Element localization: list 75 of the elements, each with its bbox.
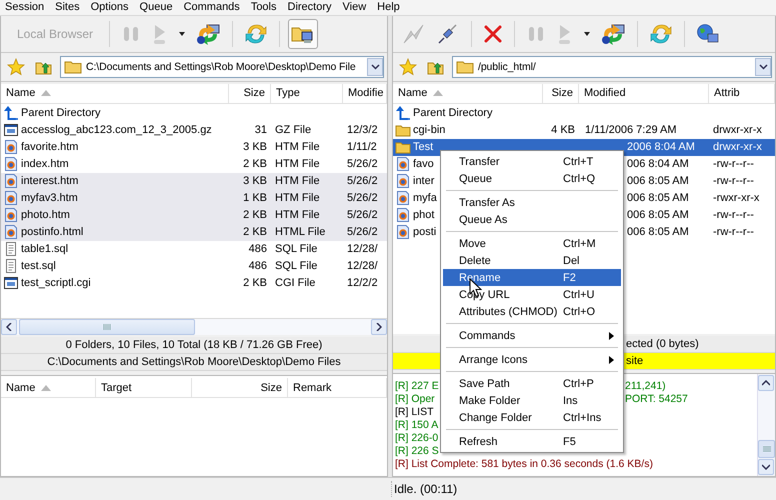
file-size: 2 KB [242, 209, 268, 222]
file-type: HTM File [274, 141, 321, 154]
file-type: HTM File [274, 158, 321, 170]
file-size: 486 [248, 260, 268, 272]
file-name: interest.htm [21, 175, 78, 188]
log-line: 211,241) [625, 380, 666, 392]
file-modified: 1/11/2 [346, 141, 378, 154]
file-size: 2 KB [242, 277, 268, 290]
file-name: Parent Directory [21, 107, 100, 120]
log-line: [R] 226 S [395, 444, 439, 457]
file-name: myfav3.htm [21, 192, 78, 204]
file-type: GZ File [274, 124, 312, 136]
log-line: [R] Oper [395, 392, 435, 405]
file-type: HTM File [274, 175, 321, 188]
file-size: 1 KB [242, 192, 268, 204]
folder-path: C:\Documents and Settings\Rob Moore\Desktop\Demo Files [1, 354, 387, 372]
file-size: 3 KB [242, 175, 268, 188]
file-modified: 12/3/2 [346, 124, 379, 136]
file-name: cgi-bin [413, 124, 446, 136]
log-line: [R] 150 A [395, 418, 438, 431]
log-line: PORT: 54257 [625, 392, 688, 405]
file-type: SQL File [274, 243, 318, 256]
file-modified: 006 8:05 AM [626, 226, 690, 238]
file-name: favo [413, 158, 434, 170]
file-name: inter [413, 175, 434, 188]
file-size: 3 KB [242, 141, 268, 154]
file-modified: 5/26/2 [346, 175, 379, 188]
file-size: 31 [254, 124, 268, 136]
file-name: favorite.htm [21, 141, 78, 154]
file-modified: 006 8:05 AM [626, 209, 690, 222]
file-name: myfa [413, 192, 437, 204]
file-name: accesslog_abc123.com_12_3_2005.gz [21, 124, 212, 136]
file-modified: 5/26/2 [346, 209, 379, 222]
file-name: test.sql [21, 260, 56, 272]
file-name: phot [413, 209, 434, 222]
log-line: [R] 227 E [395, 380, 439, 392]
file-modified: 1/11/2006 7:29 AM [584, 124, 678, 136]
file-type: HTM File [274, 209, 321, 222]
file-name: photo.htm [21, 209, 70, 222]
local-browser-label: Local Browser [16, 26, 94, 41]
folder-summary: 0 Folders, 10 Files, 10 Total (18 KB / 71.26 GB Free) [1, 337, 387, 354]
file-name: Test [413, 141, 434, 154]
file-modified: 5/26/2 [346, 192, 379, 204]
file-name: table1.sql [21, 243, 68, 256]
status-text: Idle. (00:11) [393, 482, 458, 496]
file-modified: 12/28/ [346, 260, 379, 272]
file-name: test_scriptl.cgi [21, 277, 91, 290]
file-size: 2 KB [242, 158, 268, 170]
file-attributes: drwxr-xr-x [712, 124, 763, 136]
file-attributes: drwxr-xr-x [712, 141, 763, 154]
file-size: 486 [248, 243, 268, 256]
file-size: 2 KB [242, 226, 268, 238]
file-type: HTML File [274, 226, 326, 238]
file-name: Parent Directory [413, 107, 492, 120]
file-size: 4 KB [550, 124, 576, 136]
file-modified: 5/26/2 [346, 158, 379, 170]
file-type: SQL File [274, 260, 318, 272]
file-attributes: -rw-r--r-- [712, 209, 755, 222]
file-name: posti [413, 226, 436, 238]
file-name: postinfo.html [21, 226, 84, 238]
file-type: HTM File [274, 192, 321, 204]
file-attributes: -rwxr-xr-x [712, 192, 760, 204]
log-line: [R] List Complete: 581 bytes in 0.36 seconds (1.6 KB/s) [395, 458, 653, 470]
file-modified: 12/2/2 [346, 277, 379, 290]
file-attributes: -rw-r--r-- [712, 158, 755, 170]
file-attributes: -rw-r--r-- [712, 226, 755, 238]
log-line: [R] LIST [395, 406, 434, 418]
file-modified: 5/26/2 [346, 226, 379, 238]
file-modified: 2006 8:04 AM [626, 141, 696, 154]
file-attributes: -rw-r--r-- [712, 175, 755, 188]
file-modified: 006 8:05 AM [626, 192, 690, 204]
file-type: CGI File [274, 277, 316, 290]
log-line: [R] 226-0 [395, 432, 438, 444]
file-modified: 12/28/ [346, 243, 379, 256]
file-name: index.htm [21, 158, 69, 170]
